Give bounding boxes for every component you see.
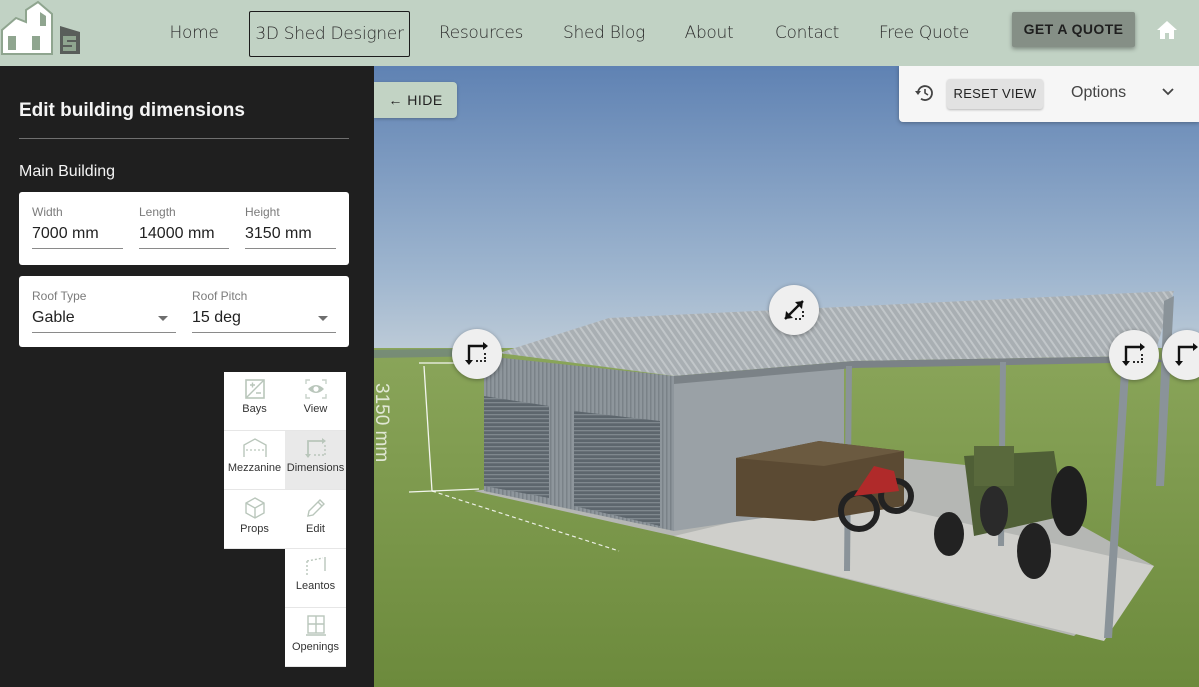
tool-bays[interactable]: Bays — [224, 372, 285, 431]
top-navigation: Home 3D Shed Designer Resources Shed Blo… — [0, 0, 1199, 66]
edit-panel: Edit building dimensions Main Building W… — [0, 66, 374, 687]
bays-icon — [244, 379, 265, 399]
tool-label: Openings — [291, 641, 340, 653]
shed-3d-render[interactable] — [374, 66, 1199, 687]
panel-title: Edit building dimensions — [19, 100, 245, 121]
height-dimension-label: 3150 mm — [374, 383, 392, 463]
roof-type-select[interactable]: Roof Type Gable — [32, 289, 176, 333]
section-heading: Main Building — [19, 163, 116, 180]
resize-handle-diagonal[interactable] — [769, 285, 819, 335]
tool-label: Props — [240, 523, 269, 535]
chevron-down-icon[interactable] — [1161, 84, 1175, 98]
corner-arrows-icon — [1175, 343, 1198, 366]
tool-label: Mezzanine — [227, 462, 282, 474]
history-icon[interactable] — [914, 82, 936, 104]
nav-about[interactable]: About — [678, 11, 740, 57]
nav-home[interactable]: Home — [160, 11, 228, 57]
home-icon[interactable] — [1156, 20, 1178, 40]
roof-pitch-label: Roof Pitch — [192, 289, 248, 303]
tool-label: Dimensions — [286, 462, 345, 474]
nav-free-quote[interactable]: Free Quote — [874, 11, 974, 57]
roof-pitch-select[interactable]: Roof Pitch 15 deg — [192, 289, 336, 333]
dropdown-arrow-icon — [158, 316, 168, 321]
tool-mezzanine[interactable]: Mezzanine — [224, 431, 285, 490]
tool-leantos[interactable]: Leantos — [285, 549, 346, 608]
height-label: Height — [245, 205, 280, 219]
tool-dimensions[interactable]: Dimensions — [285, 431, 346, 490]
tool-label: Leantos — [295, 580, 336, 592]
length-field[interactable]: Length 14000 mm — [139, 205, 229, 249]
nav-shed-blog[interactable]: Shed Blog — [556, 11, 652, 57]
tool-label: Edit — [306, 523, 325, 535]
nav-contact[interactable]: Contact — [766, 11, 848, 57]
nav-3d-shed-designer[interactable]: 3D Shed Designer — [249, 11, 410, 57]
dimensions-card: Width 7000 mm Length 14000 mm Height 315… — [19, 192, 349, 265]
view-options-bar: RESET VIEW Options — [899, 66, 1199, 122]
divider — [19, 138, 349, 139]
reset-view-button[interactable]: RESET VIEW — [947, 79, 1043, 109]
width-input[interactable]: 7000 mm — [32, 225, 123, 249]
tool-view[interactable]: View — [285, 372, 346, 431]
diagonal-resize-icon — [784, 300, 804, 320]
3d-viewport[interactable]: 3150 mm ← HIDE RESET VIEW Options — [374, 66, 1199, 687]
window-icon — [305, 615, 326, 636]
corner-arrows-icon — [465, 342, 488, 365]
resize-handle-left[interactable] — [452, 329, 502, 379]
tool-props[interactable]: Props — [224, 490, 285, 549]
dds-logo[interactable] — [0, 0, 82, 58]
tool-openings[interactable]: Openings — [285, 608, 346, 667]
tool-label: Bays — [242, 403, 267, 415]
get-a-quote-button[interactable]: GET A QUOTE — [1012, 12, 1135, 47]
width-field[interactable]: Width 7000 mm — [32, 205, 123, 249]
dimensions-icon — [304, 438, 326, 458]
roof-pitch-value[interactable]: 15 deg — [192, 309, 336, 333]
tool-label: View — [303, 403, 328, 415]
height-input[interactable]: 3150 mm — [245, 225, 336, 249]
mezzanine-icon — [242, 438, 267, 457]
roof-type-label: Roof Type — [32, 289, 87, 303]
width-label: Width — [32, 205, 63, 219]
length-input[interactable]: 14000 mm — [139, 225, 229, 249]
pencil-icon — [306, 499, 325, 517]
eye-icon — [304, 379, 327, 399]
options-dropdown[interactable]: Options — [1071, 84, 1126, 102]
nav-resources[interactable]: Resources — [432, 11, 530, 57]
length-label: Length — [139, 205, 176, 219]
hide-panel-button[interactable]: ← HIDE — [374, 82, 457, 118]
roof-type-value[interactable]: Gable — [32, 309, 176, 333]
dropdown-arrow-icon — [318, 316, 328, 321]
cube-icon — [244, 497, 265, 519]
roof-card: Roof Type Gable Roof Pitch 15 deg — [19, 276, 349, 347]
height-field[interactable]: Height 3150 mm — [245, 205, 336, 249]
tool-edit[interactable]: Edit — [285, 490, 346, 549]
resize-handle-right[interactable] — [1109, 330, 1159, 380]
leanto-icon — [305, 557, 326, 575]
corner-arrows-icon — [1122, 343, 1145, 366]
